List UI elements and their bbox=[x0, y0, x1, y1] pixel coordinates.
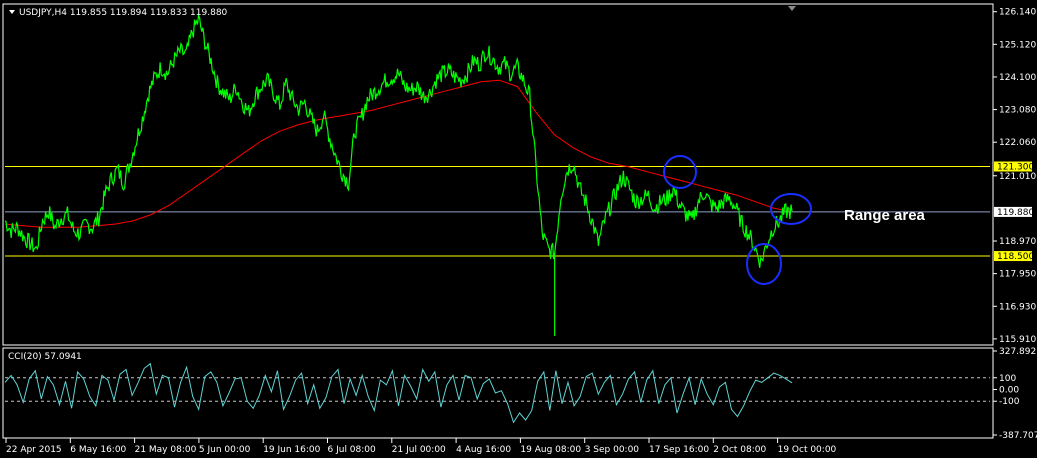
time-tick-label-9: 3 Sep 00:00 bbox=[585, 445, 640, 455]
cci-tick-label-1: 100 bbox=[999, 374, 1016, 384]
price-tick-label-1: 125.120 bbox=[999, 40, 1036, 50]
current-price-tag-label: 119.880 bbox=[997, 208, 1034, 218]
price-tick-label-4: 122.060 bbox=[999, 138, 1036, 148]
time-tick-label-2: 21 May 08:00 bbox=[135, 445, 197, 455]
price-tick-label-8: 117.950 bbox=[999, 270, 1036, 280]
time-tick-label-7: 4 Aug 16:00 bbox=[456, 445, 511, 455]
time-tick-label-11: 2 Oct 08:00 bbox=[713, 445, 766, 455]
trading-chart[interactable]: 121.300118.500119.880126.140125.120124.1… bbox=[0, 0, 1037, 458]
time-tick-label-5: 6 Jul 08:00 bbox=[328, 445, 377, 455]
range-area-annotation: Range area bbox=[844, 207, 926, 224]
price-tick-label-5: 121.010 bbox=[999, 172, 1036, 182]
cci-tick-label-3: -100 bbox=[999, 397, 1020, 407]
price-tick-label-0: 126.140 bbox=[999, 8, 1036, 18]
cci-tick-label-4: -387.707 bbox=[999, 431, 1037, 441]
cci-tick-label-2: 0.00 bbox=[999, 385, 1019, 395]
price-tick-label-10: 115.910 bbox=[999, 335, 1036, 345]
symbol-info: USDJPY,H4 119.855 119.894 119.833 119.88… bbox=[19, 8, 228, 18]
time-tick-label-4: 19 Jun 16:00 bbox=[263, 445, 320, 455]
cci-tick-label-0: 327.8927 bbox=[999, 347, 1037, 357]
price-tick-label-3: 123.080 bbox=[999, 106, 1036, 116]
level-tag-label-1: 118.500 bbox=[997, 252, 1034, 262]
price-tick-label-7: 118.970 bbox=[999, 237, 1036, 247]
price-tick-label-2: 124.100 bbox=[999, 73, 1036, 83]
cci-header: CCI(20) 57.0941 bbox=[8, 352, 82, 362]
price-tick-label-9: 116.930 bbox=[999, 302, 1036, 312]
time-tick-label-6: 21 Jul 00:00 bbox=[392, 445, 446, 455]
time-tick-label-3: 5 Jun 00:00 bbox=[199, 445, 251, 455]
time-tick-label-12: 19 Oct 00:00 bbox=[778, 445, 837, 455]
time-tick-label-8: 19 Aug 08:00 bbox=[520, 445, 581, 455]
time-tick-label-0: 22 Apr 2015 bbox=[6, 445, 62, 455]
time-tick-label-10: 17 Sep 16:00 bbox=[649, 445, 709, 455]
time-tick-label-1: 6 May 16:00 bbox=[70, 445, 126, 455]
